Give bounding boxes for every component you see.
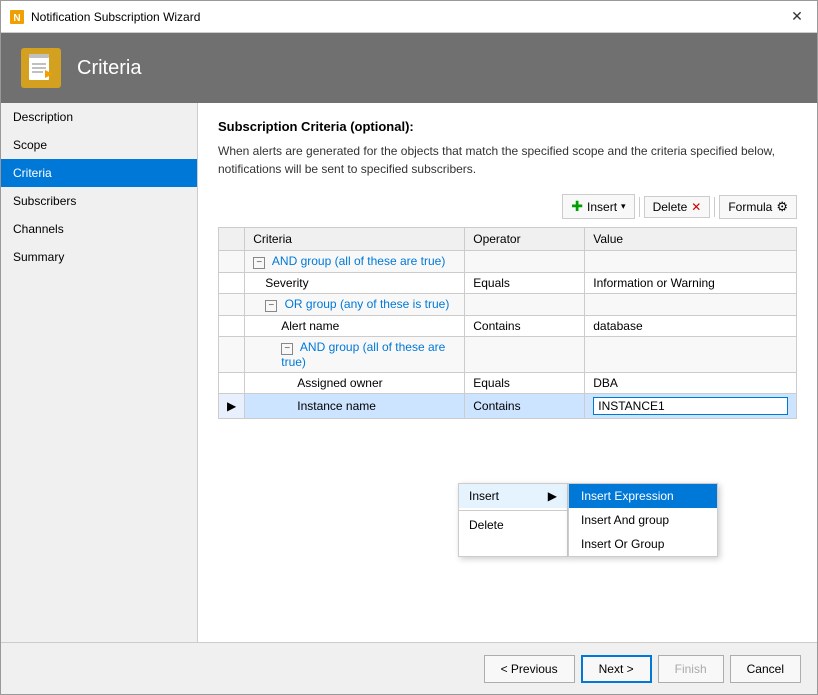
previous-button[interactable]: < Previous (484, 655, 575, 683)
operator-cell: Equals (465, 273, 585, 294)
table-row[interactable]: − OR group (any of these is true) (219, 294, 797, 316)
table-row[interactable]: Severity Equals Information or Warning (219, 273, 797, 294)
criteria-cell: Assigned owner (245, 373, 465, 394)
arrow-cell (219, 273, 245, 294)
table-row-selected[interactable]: ▶ Instance name Contains (219, 394, 797, 419)
operator-cell: Contains (465, 316, 585, 337)
sidebar: Description Scope Criteria Subscribers C… (1, 103, 198, 642)
header-icon (21, 48, 61, 88)
formula-button[interactable]: Formula ⚙ (719, 195, 797, 219)
value-input[interactable] (593, 397, 788, 415)
header-banner: Criteria (1, 33, 817, 103)
sidebar-item-channels[interactable]: Channels (1, 215, 197, 243)
arrow-cell (219, 251, 245, 273)
table-row[interactable]: Assigned owner Equals DBA (219, 373, 797, 394)
table-row[interactable]: − AND group (all of these are true) (219, 337, 797, 373)
operator-cell: Contains (465, 394, 585, 419)
sidebar-item-subscribers[interactable]: Subscribers (1, 187, 197, 215)
chevron-right-icon: ▶ (548, 489, 557, 503)
ctx-divider (459, 510, 567, 511)
group-value (585, 251, 797, 273)
section-title: Subscription Criteria (optional): (218, 119, 797, 134)
toolbar-separator (639, 197, 640, 217)
group-operator (465, 294, 585, 316)
arrow-cell: ▶ (219, 394, 245, 419)
criteria-cell: Severity (245, 273, 465, 294)
insert-button[interactable]: ✚ Insert ▾ (562, 194, 634, 219)
toolbar-separator-2 (714, 197, 715, 217)
collapse-icon[interactable]: − (253, 257, 265, 269)
sidebar-item-description[interactable]: Description (1, 103, 197, 131)
value-cell: database (585, 316, 797, 337)
value-cell: DBA (585, 373, 797, 394)
window: N Notification Subscription Wizard ✕ Cri… (0, 0, 818, 695)
table-row[interactable]: − AND group (all of these are true) (219, 251, 797, 273)
collapse-icon[interactable]: − (265, 300, 277, 312)
context-menu-main: Insert ▶ Delete (458, 483, 568, 557)
chevron-down-icon: ▾ (621, 201, 626, 212)
value-cell: Information or Warning (585, 273, 797, 294)
operator-cell: Equals (465, 373, 585, 394)
group-operator (465, 337, 585, 373)
page-title: Criteria (77, 57, 141, 80)
col-arrow (219, 228, 245, 251)
ctx-submenu-insert-expression[interactable]: Insert Expression (569, 484, 717, 508)
group-value (585, 337, 797, 373)
formula-label: Formula (728, 200, 772, 214)
ctx-item-insert[interactable]: Insert ▶ (459, 484, 567, 508)
title-bar: N Notification Subscription Wizard ✕ (1, 1, 817, 33)
arrow-cell (219, 373, 245, 394)
group-criteria: − AND group (all of these are true) (245, 251, 465, 273)
group-operator (465, 251, 585, 273)
ctx-submenu-insert-and-group[interactable]: Insert And group (569, 508, 717, 532)
criteria-cell: Instance name (245, 394, 465, 419)
delete-button[interactable]: Delete ✕ (644, 196, 711, 218)
group-value (585, 294, 797, 316)
insert-label: Insert (587, 200, 617, 214)
context-menu-row: Insert ▶ Delete Insert Expression (458, 483, 718, 557)
value-input-cell[interactable] (585, 394, 797, 419)
plus-icon: ✚ (571, 198, 583, 215)
sidebar-item-criteria[interactable]: Criteria (1, 159, 197, 187)
toolbar: ✚ Insert ▾ Delete ✕ Formula ⚙ (218, 194, 797, 219)
sidebar-item-summary[interactable]: Summary (1, 243, 197, 271)
svg-text:N: N (13, 13, 20, 24)
content-area: Subscription Criteria (optional): When a… (198, 103, 817, 642)
arrow-cell (219, 294, 245, 316)
ctx-submenu-insert-or-group[interactable]: Insert Or Group (569, 532, 717, 556)
formula-icon: ⚙ (776, 199, 788, 215)
group-criteria: − OR group (any of these is true) (245, 294, 465, 316)
ctx-item-delete[interactable]: Delete (459, 513, 567, 537)
group-criteria: − AND group (all of these are true) (245, 337, 465, 373)
criteria-cell: Alert name (245, 316, 465, 337)
arrow-cell (219, 316, 245, 337)
x-icon: ✕ (691, 200, 701, 214)
cancel-button[interactable]: Cancel (730, 655, 801, 683)
context-menu: Insert ▶ Delete Insert Expression (458, 483, 718, 557)
col-value-header: Value (585, 228, 797, 251)
table-row[interactable]: Alert name Contains database (219, 316, 797, 337)
description-text: When alerts are generated for the object… (218, 142, 797, 178)
app-icon: N (9, 9, 25, 25)
footer: < Previous Next > Finish Cancel (1, 642, 817, 694)
col-operator-header: Operator (465, 228, 585, 251)
collapse-icon[interactable]: − (281, 343, 293, 355)
col-criteria-header: Criteria (245, 228, 465, 251)
delete-label: Delete (653, 200, 688, 214)
close-button[interactable]: ✕ (785, 5, 809, 29)
window-title: Notification Subscription Wizard (31, 10, 785, 24)
next-button[interactable]: Next > (581, 655, 652, 683)
sidebar-item-scope[interactable]: Scope (1, 131, 197, 159)
finish-button[interactable]: Finish (658, 655, 724, 683)
context-submenu: Insert Expression Insert And group Inser… (568, 483, 718, 557)
arrow-cell (219, 337, 245, 373)
criteria-table: Criteria Operator Value (218, 227, 797, 419)
main-area: Description Scope Criteria Subscribers C… (1, 103, 817, 642)
